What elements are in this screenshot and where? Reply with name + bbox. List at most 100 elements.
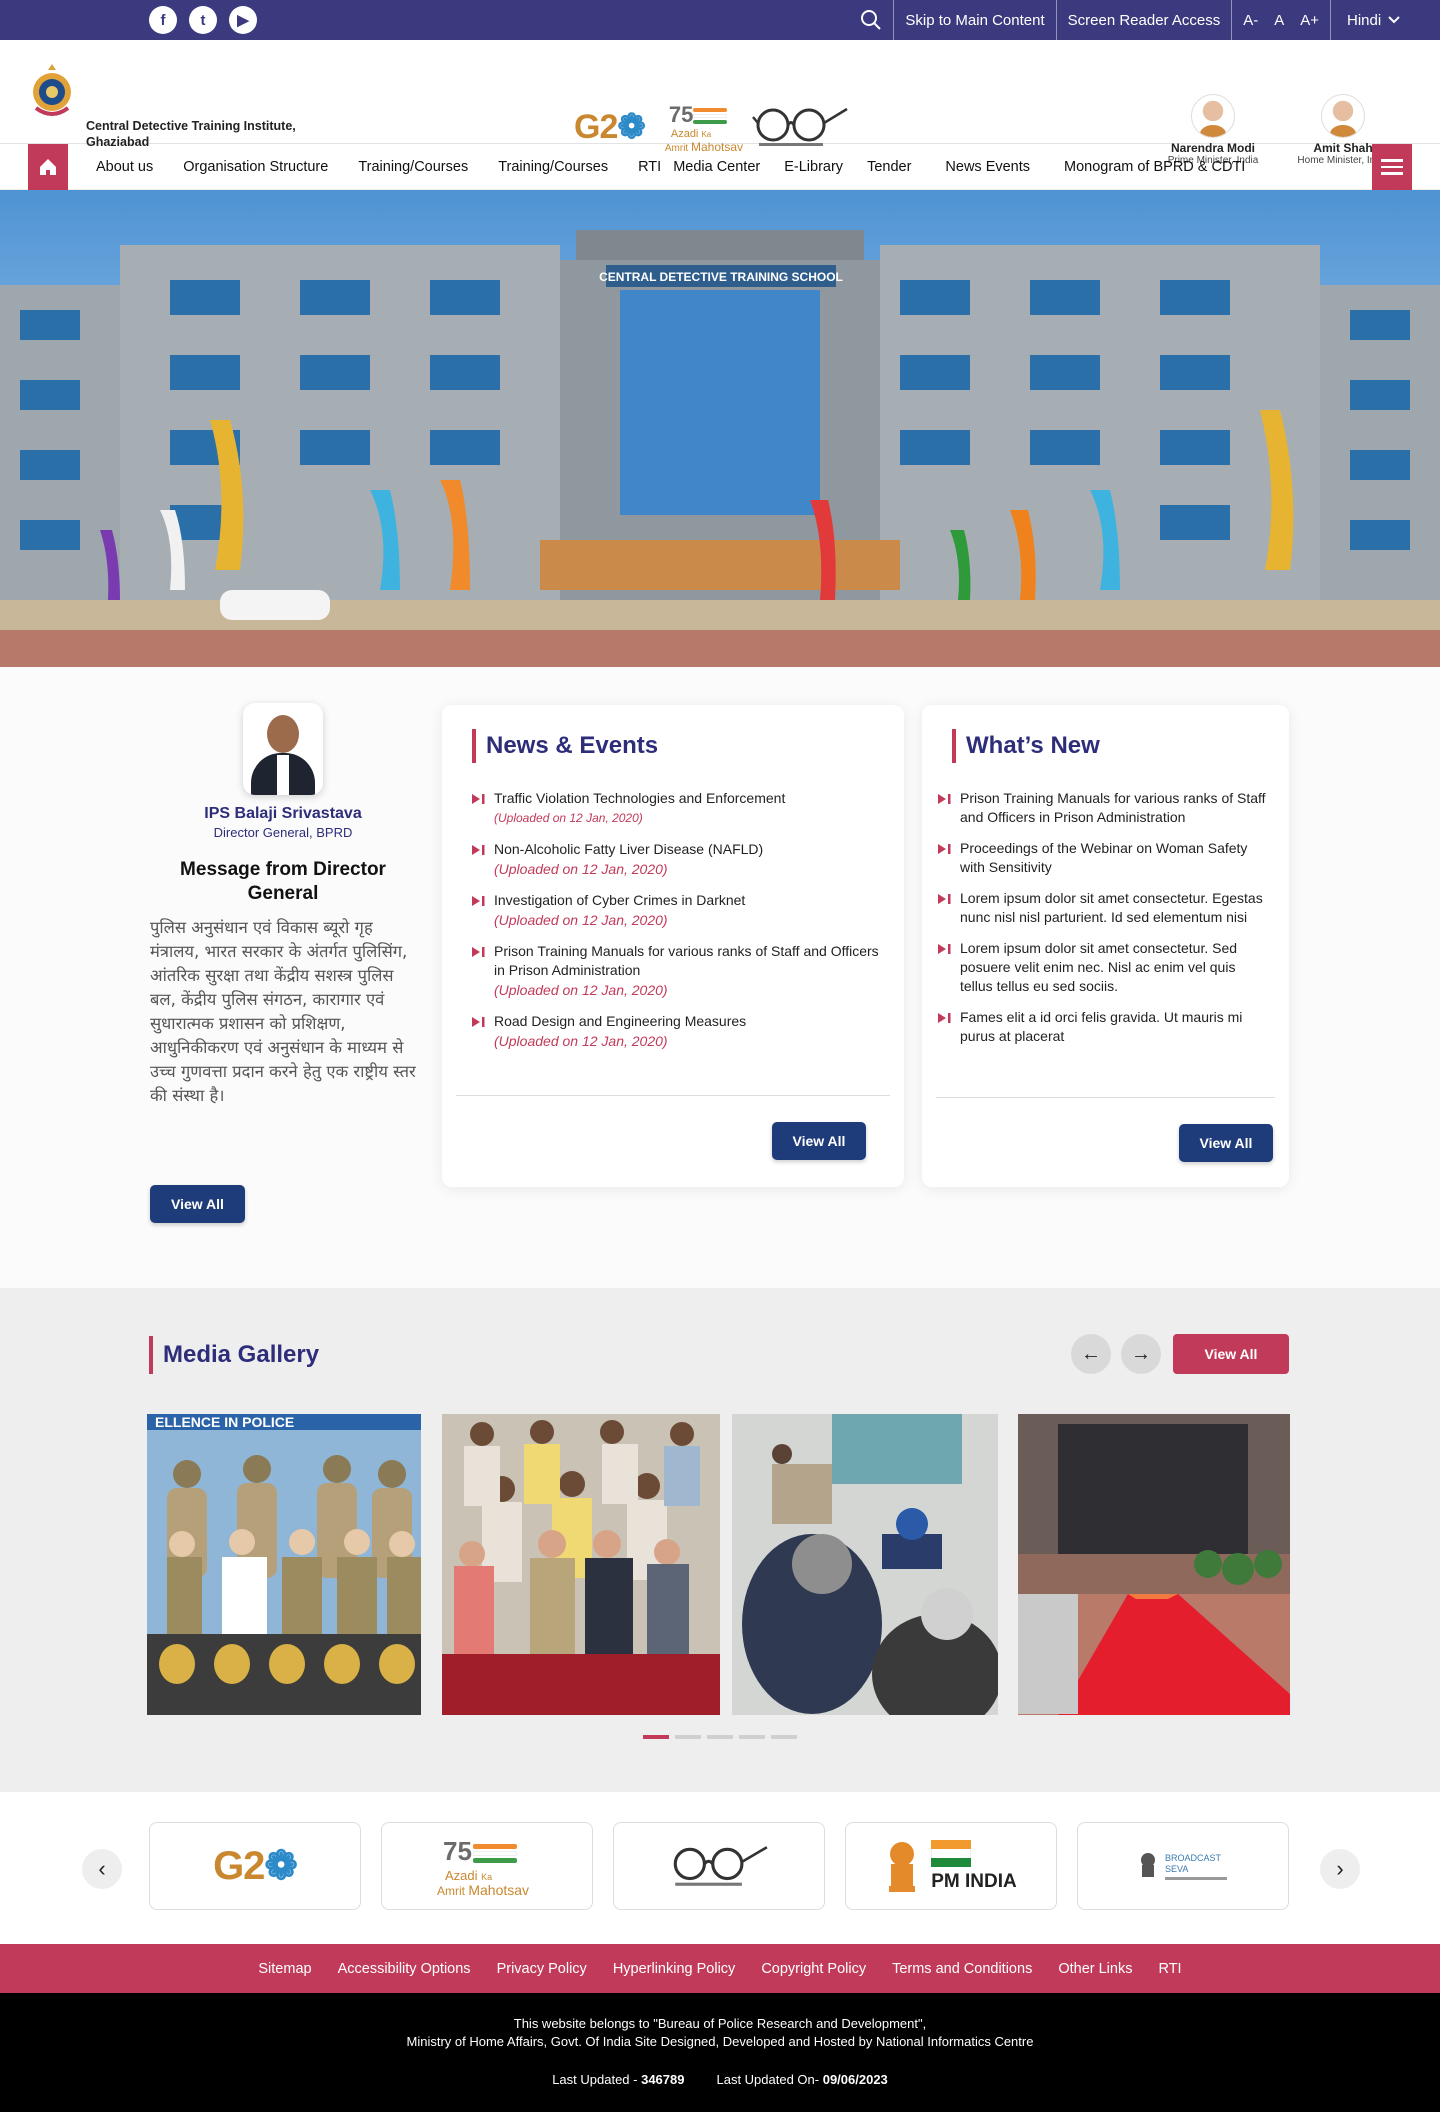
arrow-right-icon: → [1131, 1342, 1151, 1365]
play-arrow-icon [938, 794, 951, 804]
play-arrow-icon [938, 1013, 951, 1023]
news-item[interactable]: Non-Alcoholic Fatty Liver Disease (NAFLD… [472, 840, 886, 879]
pagination-dot[interactable] [675, 1735, 701, 1739]
swachh-bharat-logo [673, 1846, 768, 1886]
play-arrow-icon [472, 947, 485, 957]
national-emblem-icon [889, 1842, 916, 1892]
gallery-next-button[interactable]: → [1121, 1334, 1161, 1374]
footer-link-other[interactable]: Other Links [1058, 1961, 1132, 1977]
search-button[interactable] [849, 0, 893, 40]
top-utility-bar: f t ▶ Skip to Main Content Screen Reader… [0, 0, 1440, 40]
director-photo [243, 703, 323, 795]
pagination-dot[interactable] [707, 1735, 733, 1739]
footer-link-privacy[interactable]: Privacy Policy [497, 1961, 587, 1977]
hm-photo [1321, 94, 1365, 138]
whats-new-title: What’s New [952, 729, 1100, 763]
director-message-title: Message from Director General [180, 859, 386, 904]
india-flag-icon [931, 1839, 972, 1867]
last-updated: Last Updated - 346789 [552, 2072, 685, 2087]
g20-logo: G2❁ [574, 108, 646, 146]
footer-link-accessibility[interactable]: Accessibility Options [338, 1961, 471, 1977]
footer-link-sitemap[interactable]: Sitemap [258, 1961, 311, 1977]
home-icon [40, 159, 56, 175]
hero-banner: CENTRAL DETECTIVE TRAINING SCHOOL [0, 190, 1440, 667]
pagination-dot[interactable] [739, 1735, 765, 1739]
partners-next-button[interactable]: › [1320, 1849, 1360, 1889]
whats-new-item[interactable]: Lorem ipsum dolor sit amet consectetur. … [938, 889, 1269, 927]
search-icon [861, 10, 882, 30]
director-message: IPS Balaji Srivastava Director General, … [148, 703, 418, 1223]
pagination-dot[interactable] [771, 1735, 797, 1739]
font-decrease-button[interactable]: A- [1243, 12, 1258, 29]
chevron-down-icon [1388, 16, 1400, 24]
partner-broadcast-seva[interactable]: BROADCAST SEVA [1077, 1822, 1289, 1910]
whats-new-item[interactable]: Proceedings of the Webinar on Woman Safe… [938, 839, 1269, 877]
skip-to-main-link[interactable]: Skip to Main Content [893, 0, 1055, 40]
footer-links-bar: Sitemap Accessibility Options Privacy Po… [0, 1944, 1440, 1993]
gallery-view-all-button[interactable]: View All [1173, 1334, 1289, 1374]
partners-prev-button[interactable]: ‹ [82, 1849, 122, 1889]
language-label: Hindi [1347, 11, 1382, 29]
gallery-photo[interactable] [442, 1414, 720, 1715]
nav-about-us[interactable]: About us [96, 159, 153, 175]
nav-e-library[interactable]: E-Library [784, 159, 843, 175]
font-normal-button[interactable]: A [1274, 12, 1284, 29]
nav-training-courses[interactable]: Training/Courses [358, 159, 468, 175]
partner-g20[interactable]: G2❁ [149, 1822, 361, 1910]
hero-building-image: CENTRAL DETECTIVE TRAINING SCHOOL [0, 190, 1440, 667]
menu-hamburger-button[interactable] [1372, 144, 1412, 190]
national-emblem-icon [1141, 1853, 1155, 1877]
partner-azadi[interactable]: 75 Azadi Ka Amrit Mahotsav [381, 1822, 593, 1910]
news-events-title: News & Events [472, 729, 658, 763]
footer-link-rti[interactable]: RTI [1158, 1961, 1181, 1977]
news-item[interactable]: Prison Training Manuals for various rank… [472, 942, 886, 1000]
play-arrow-icon [472, 1017, 485, 1027]
cdti-emblem-icon[interactable] [28, 62, 76, 122]
nav-tender[interactable]: Tender [867, 159, 911, 175]
gallery-photo[interactable]: ELLENCE IN POLICE [147, 1414, 421, 1715]
play-arrow-icon [938, 844, 951, 854]
home-button[interactable] [28, 144, 68, 190]
hero-building-sign: CENTRAL DETECTIVE TRAINING SCHOOL [599, 270, 843, 284]
font-size-controls: A- A A+ [1231, 0, 1330, 40]
divider [936, 1097, 1275, 1098]
nav-rti[interactable]: RTI [638, 159, 661, 175]
director-role: Director General, BPRD [213, 825, 353, 840]
partner-pm-india[interactable]: PM INDIA [845, 1822, 1057, 1910]
play-arrow-icon [472, 896, 485, 906]
font-increase-button[interactable]: A+ [1300, 12, 1319, 29]
footer-link-hyperlinking[interactable]: Hyperlinking Policy [613, 1961, 736, 1977]
partner-swachh-bharat[interactable] [613, 1822, 825, 1910]
play-arrow-icon [472, 794, 485, 804]
whats-new-item[interactable]: Fames elit a id orci felis gravida. Ut m… [938, 1008, 1269, 1046]
footer-link-terms[interactable]: Terms and Conditions [892, 1961, 1032, 1977]
gallery-photo[interactable] [1018, 1414, 1290, 1715]
site-header: Central Detective Training Institute, Gh… [0, 40, 1440, 166]
language-select[interactable]: Hindi [1330, 0, 1440, 40]
svg-text:ELLENCE IN POLICE: ELLENCE IN POLICE [155, 1414, 294, 1430]
youtube-icon[interactable]: ▶ [229, 6, 257, 34]
news-item[interactable]: Road Design and Engineering Measures (Upl… [472, 1012, 886, 1051]
gallery-prev-button[interactable]: ← [1071, 1334, 1111, 1374]
whats-new-item[interactable]: Lorem ipsum dolor sit amet consectetur. … [938, 939, 1269, 996]
facebook-icon[interactable]: f [149, 6, 177, 34]
whats-new-view-all-button[interactable]: View All [1179, 1124, 1273, 1162]
screen-reader-link[interactable]: Screen Reader Access [1055, 0, 1232, 40]
pagination-dot-active[interactable] [643, 1735, 669, 1739]
twitter-icon[interactable]: t [189, 6, 217, 34]
footer-ownership-line1: This website belongs to "Bureau of Polic… [513, 2016, 927, 2031]
nav-training-courses-2[interactable]: Training/Courses [498, 159, 608, 175]
nav-monogram[interactable]: Monogram of BPRD & CDTI [1064, 159, 1245, 175]
footer-link-copyright[interactable]: Copyright Policy [761, 1961, 866, 1977]
news-item[interactable]: Traffic Violation Technologies and Enfor… [472, 789, 886, 828]
news-view-all-button[interactable]: View All [772, 1122, 866, 1160]
whats-new-item[interactable]: Prison Training Manuals for various rank… [938, 789, 1269, 827]
nav-media-center[interactable]: Media Center [673, 159, 760, 175]
news-item[interactable]: Investigation of Cyber Crimes in Darknet… [472, 891, 886, 930]
g20-logo: G2❁ [213, 1844, 298, 1888]
director-view-all-button[interactable]: View All [150, 1185, 245, 1223]
site-footer: This website belongs to "Bureau of Polic… [0, 1993, 1440, 2112]
nav-news-events[interactable]: News Events [945, 159, 1030, 175]
nav-organisation-structure[interactable]: Organisation Structure [183, 159, 328, 175]
gallery-photo[interactable] [732, 1414, 998, 1715]
